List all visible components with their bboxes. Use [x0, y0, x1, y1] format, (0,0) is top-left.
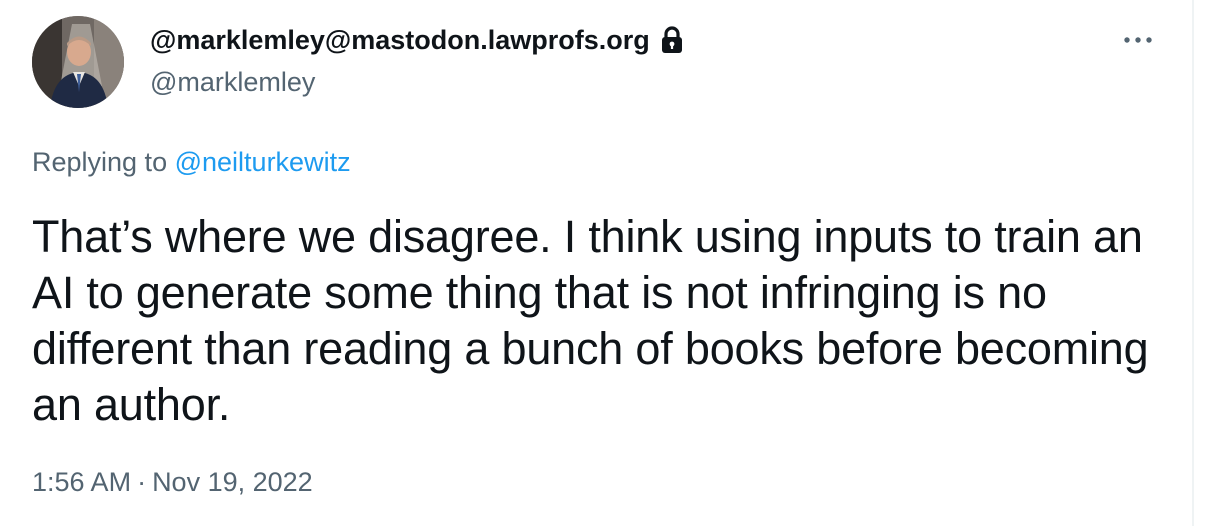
- author-name-row[interactable]: @marklemley@mastodon.lawprofs.org: [150, 22, 684, 58]
- author-handle[interactable]: @marklemley: [150, 64, 315, 100]
- reply-mention-link[interactable]: @neilturkewitz: [175, 147, 351, 177]
- more-options-button[interactable]: [1118, 22, 1158, 58]
- lock-icon: [660, 25, 684, 55]
- author-avatar[interactable]: [32, 16, 124, 108]
- profile-photo: [32, 16, 124, 108]
- reply-context: Replying to @neilturkewitz: [32, 144, 351, 180]
- tweet-time[interactable]: 1:56 AM: [32, 467, 131, 497]
- reply-prefix: Replying to: [32, 147, 168, 177]
- tweet-timestamp[interactable]: 1:56 AM · Nov 19, 2022: [32, 464, 313, 500]
- author-display-name[interactable]: @marklemley@mastodon.lawprofs.org: [150, 22, 650, 58]
- tweet-date[interactable]: Nov 19, 2022: [152, 467, 313, 497]
- timestamp-separator: ·: [137, 467, 147, 497]
- tweet-body: That’s where we disagree. I think using …: [32, 211, 1149, 430]
- tweet-card: @marklemley@mastodon.lawprofs.org @markl…: [0, 0, 1194, 526]
- more-horizontal-icon: [1124, 37, 1152, 43]
